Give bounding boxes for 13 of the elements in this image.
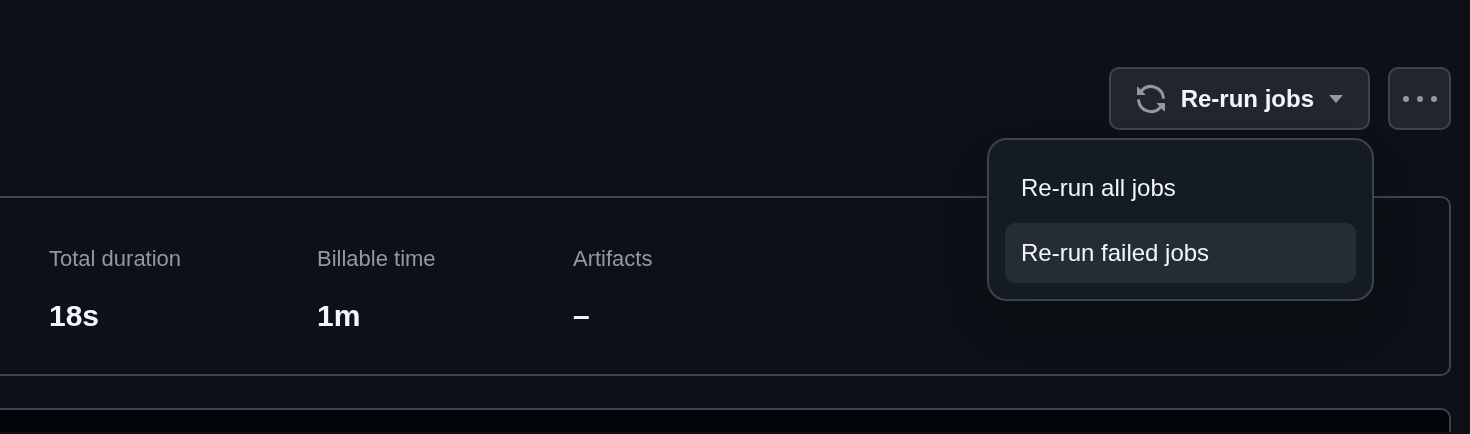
kebab-icon	[1402, 95, 1437, 102]
stat-label: Total duration	[49, 245, 182, 273]
rerun-button[interactable]: Re-run jobs	[1108, 67, 1370, 130]
refresh-icon	[1134, 82, 1167, 115]
stat-value: –	[573, 298, 590, 334]
stat-value: 1m	[317, 298, 361, 334]
stat-value: 18s	[49, 298, 100, 334]
menu-item[interactable]: Re-run failed jobs	[1005, 222, 1356, 283]
stat-label: Artifacts	[573, 245, 653, 273]
stat-label: Billable time	[317, 245, 436, 273]
more-options-button[interactable]	[1388, 67, 1451, 130]
menu-item[interactable]: Re-run all jobs	[1005, 158, 1356, 219]
caret-icon	[1328, 93, 1344, 104]
